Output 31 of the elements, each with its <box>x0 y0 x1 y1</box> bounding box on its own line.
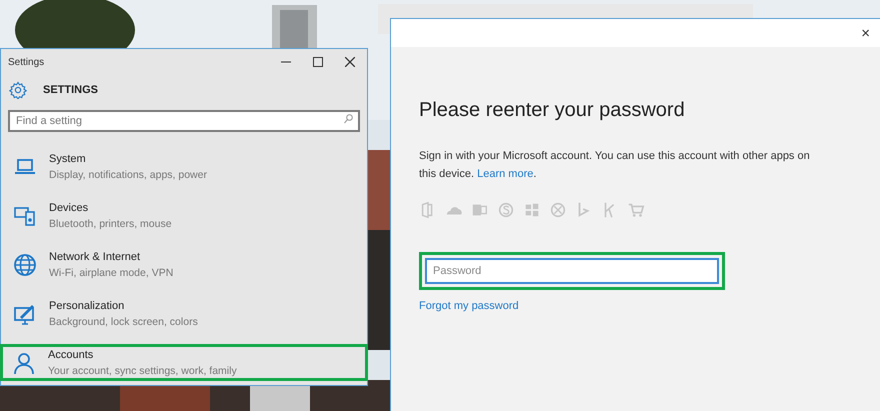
close-button[interactable]: × <box>859 26 872 40</box>
item-title: Accounts <box>48 348 94 362</box>
cart-icon <box>627 201 645 219</box>
item-title: System <box>49 152 86 166</box>
settings-item[interactable]: Devices Bluetooth, printers, mouse <box>1 197 367 234</box>
globe-icon <box>13 252 37 276</box>
maximize-icon[interactable] <box>313 57 323 67</box>
learn-more-link[interactable]: Learn more <box>477 168 534 180</box>
item-title: Network & Internet <box>49 250 140 264</box>
settings-heading: SETTINGS <box>43 82 98 98</box>
description: Sign in with your Microsoft account. You can use this account with other apps on this device. Learn more. <box>419 149 811 182</box>
item-subtitle: Bluetooth, printers, mouse <box>49 216 172 232</box>
item-title: Personalization <box>49 298 124 314</box>
settings-icon <box>9 81 27 99</box>
settings-item[interactable]: Network & Internet Wi-Fi, airplane mode, VPN <box>1 246 367 283</box>
forgot-password-link[interactable]: Forgot my password <box>419 298 519 314</box>
item-subtitle: Display, notifications, apps, power <box>49 168 207 182</box>
dialog-heading: Please reenter your password <box>419 98 686 123</box>
search-field[interactable]: Find a setting <box>8 110 360 132</box>
close-icon[interactable] <box>345 57 355 67</box>
settings-item[interactable]: Accounts Your account, sync settings, work, family <box>0 344 368 381</box>
item-title: Devices <box>49 200 88 216</box>
settings-item[interactable]: System Display, notifications, apps, power <box>1 148 367 185</box>
password-field[interactable]: Password <box>425 258 719 284</box>
item-subtitle: Background, lock screen, colors <box>49 314 198 330</box>
search-icon <box>344 114 353 124</box>
settings-item[interactable]: Personalization Background, lock screen, colors <box>1 295 367 332</box>
item-subtitle: Your account, sync settings, work, family <box>48 364 237 378</box>
item-subtitle: Wi-Fi, airplane mode, VPN <box>49 266 174 280</box>
person-icon <box>12 350 36 374</box>
window-title: Settings <box>8 56 46 70</box>
